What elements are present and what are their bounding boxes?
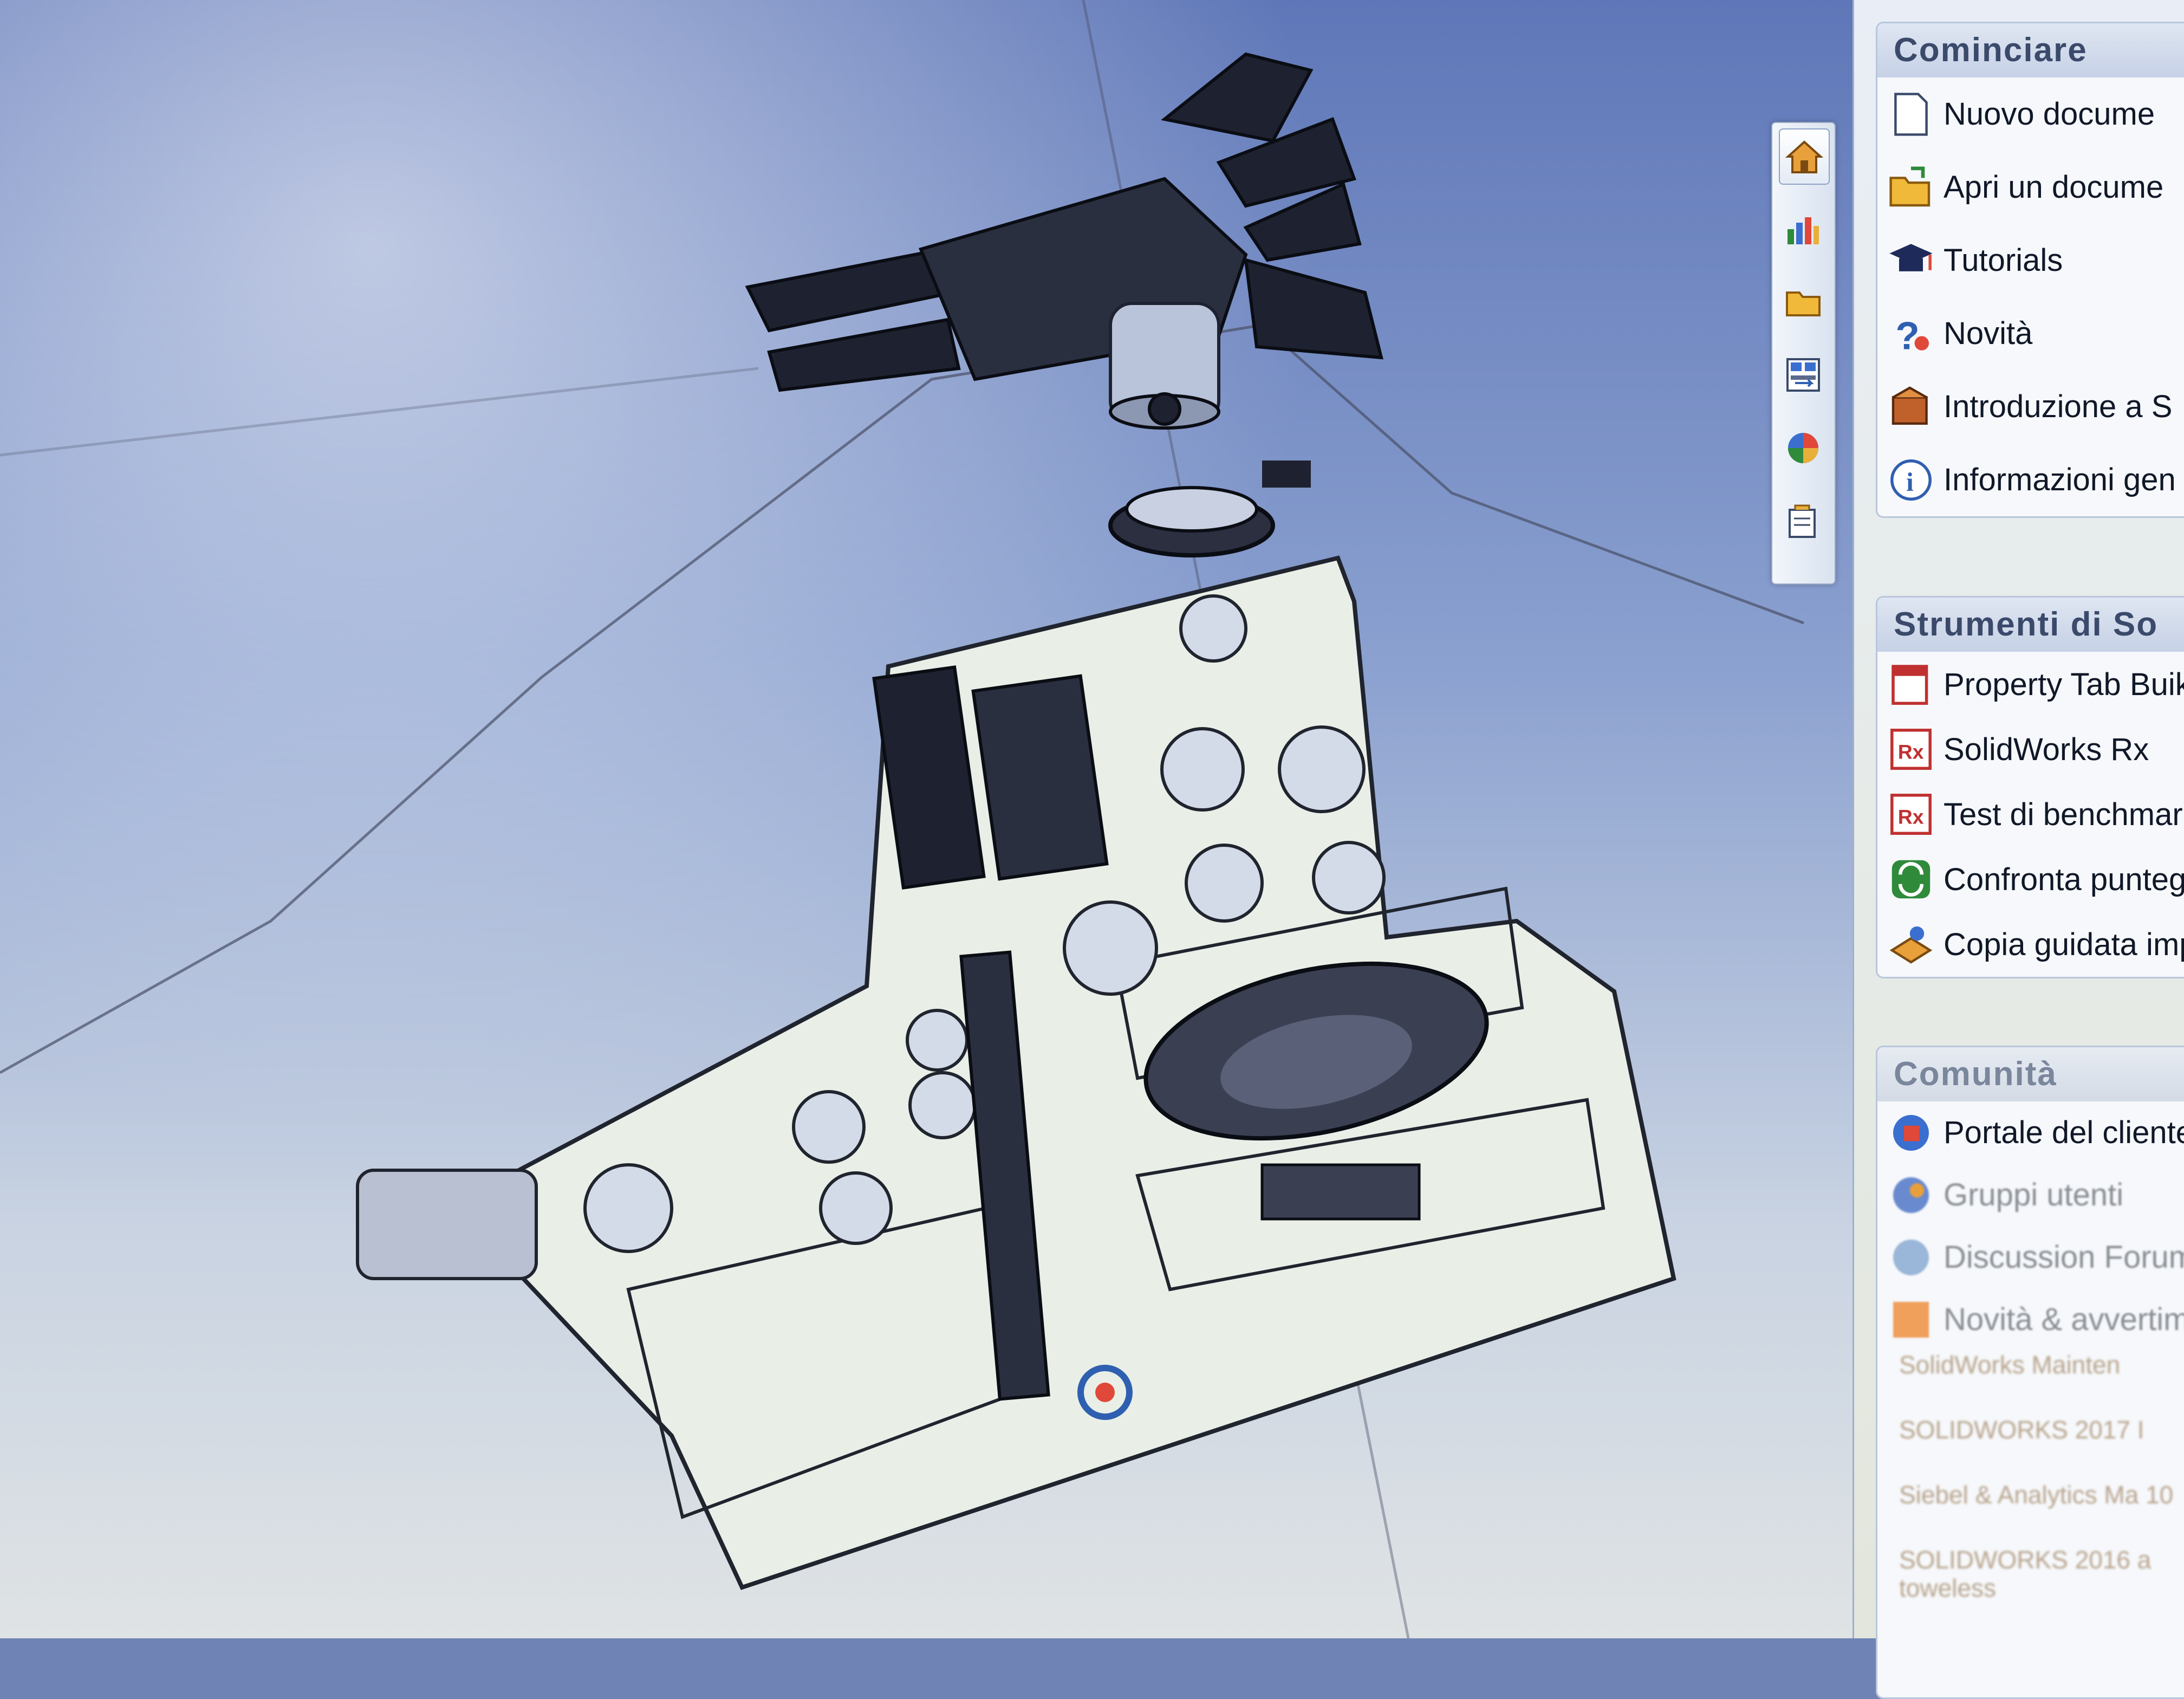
top-linkage-part[interactable] [745, 52, 1383, 430]
introduction-icon [1891, 386, 1928, 425]
news-sub-item[interactable]: SolidWorks Mainten [1877, 1351, 2184, 1416]
info-icon: i [1890, 459, 1932, 501]
getting-started-title: Cominciare [1877, 23, 2184, 77]
benchmark-icon: Rx [1890, 794, 1932, 835]
tutorials-icon [1889, 243, 1933, 271]
solidworks-rx-label: SolidWorks Rx [1943, 731, 2149, 767]
view-palette-icon [1786, 358, 1820, 392]
discussion-forum-link[interactable]: Discussion Forum [1877, 1226, 2184, 1288]
benchmark-link[interactable]: Rx Test di benchmark [1877, 782, 2184, 847]
bearing-ring-part[interactable] [1108, 461, 1311, 557]
introduction-label: Introduzione a S [1943, 389, 2173, 424]
user-groups-label: Gruppi utenti [1943, 1177, 2124, 1212]
view-palette-tab[interactable] [1779, 348, 1828, 402]
discussion-forum-label: Discussion Forum [1943, 1240, 2184, 1275]
task-pane-tab-strip [1771, 122, 1836, 585]
news-alerts-link[interactable]: Novità & avvertimenti [1877, 1288, 2184, 1351]
svg-text:Rx: Rx [1898, 806, 1924, 828]
compare-scores-icon [1891, 860, 1930, 899]
introduction-link[interactable]: Introduzione a S [1877, 370, 2184, 443]
compare-scores-label: Confronta puntegg [1943, 861, 2184, 897]
copy-settings-link[interactable]: Copia guidata impo [1877, 912, 2184, 977]
open-document-link[interactable]: Apri un docume [1877, 151, 2184, 224]
community-title: Comunità [1877, 1047, 2184, 1101]
news-alerts-icon [1893, 1301, 1929, 1338]
copy-settings-icon [1889, 926, 1933, 964]
file-explorer-icon [1786, 291, 1821, 316]
user-groups-link[interactable]: Gruppi utenti [1877, 1164, 2184, 1226]
news-alerts-label: Novità & avvertimenti [1943, 1302, 2184, 1337]
svg-text:Rx: Rx [1898, 741, 1924, 763]
property-tab-builder-link[interactable]: Property Tab Buik [1877, 652, 2184, 717]
benchmark-label: Test di benchmark [1943, 796, 2184, 832]
solidworks-rx-icon: Rx [1890, 729, 1932, 770]
open-document-label: Apri un docume [1943, 170, 2164, 205]
copy-settings-label: Copia guidata impo [1943, 926, 2184, 962]
whats-new-label: Novità [1943, 316, 2033, 351]
home-icon [1785, 140, 1823, 173]
news-sub-item[interactable]: Siebel & Analytics Ma 10 [1877, 1481, 2184, 1546]
solidworks-rx-link[interactable]: Rx SolidWorks Rx [1877, 717, 2184, 782]
new-document-icon [1894, 92, 1928, 136]
tutorials-link[interactable]: Tutorials [1877, 224, 2184, 297]
compare-scores-link[interactable]: Confronta puntegg [1877, 847, 2184, 912]
appearances-tab[interactable] [1779, 421, 1828, 475]
discussion-forum-icon [1893, 1239, 1929, 1275]
general-info-label: Informazioni gen [1943, 462, 2176, 497]
appearances-icon [1788, 433, 1818, 463]
design-library-icon [1787, 217, 1819, 244]
community-panel: Comunità Portale del cliente Gruppi uten… [1876, 1046, 2184, 1699]
main-plate-part[interactable] [356, 555, 1676, 1590]
tools-panel: Strumenti di So Property Tab Buik Rx Sol… [1876, 596, 2184, 978]
customer-portal-link[interactable]: Portale del cliente [1877, 1101, 2184, 1164]
getting-started-panel: Cominciare Nuovo docume Apri un docume T… [1876, 22, 2184, 518]
news-sub-item[interactable]: SOLIDWORKS 2017 I [1877, 1416, 2184, 1481]
customer-portal-icon [1893, 1114, 1929, 1151]
open-document-icon [1889, 166, 1930, 206]
design-library-tab[interactable] [1779, 202, 1828, 256]
new-document-link[interactable]: Nuovo docume [1877, 77, 2184, 151]
tutorials-label: Tutorials [1943, 243, 2063, 278]
customer-portal-label: Portale del cliente [1943, 1115, 2184, 1150]
svg-text:?: ? [1895, 314, 1919, 357]
graphics-area[interactable] [0, 0, 1858, 1638]
general-info-link[interactable]: i Informazioni gen [1877, 443, 2184, 516]
whats-new-link[interactable]: ? Novità [1877, 297, 2184, 370]
user-groups-icon [1893, 1177, 1929, 1213]
task-pane: Cominciare Nuovo docume Apri un docume T… [1852, 0, 2184, 1699]
property-tab-builder-icon [1891, 665, 1928, 705]
file-explorer-tab[interactable] [1779, 275, 1828, 329]
news-sub-item[interactable]: SOLIDWORKS 2016 a toweless [1877, 1546, 2184, 1611]
home-tab[interactable] [1779, 128, 1830, 185]
custom-properties-icon [1789, 504, 1816, 538]
property-tab-builder-label: Property Tab Buik [1943, 666, 2184, 702]
custom-properties-tab[interactable] [1779, 494, 1828, 548]
whats-new-icon: ? [1895, 314, 1929, 358]
new-document-label: Nuovo docume [1943, 96, 2155, 132]
tools-title: Strumenti di So [1877, 598, 2184, 652]
assembly-model[interactable] [0, 0, 1858, 1638]
svg-text:i: i [1906, 468, 1913, 496]
